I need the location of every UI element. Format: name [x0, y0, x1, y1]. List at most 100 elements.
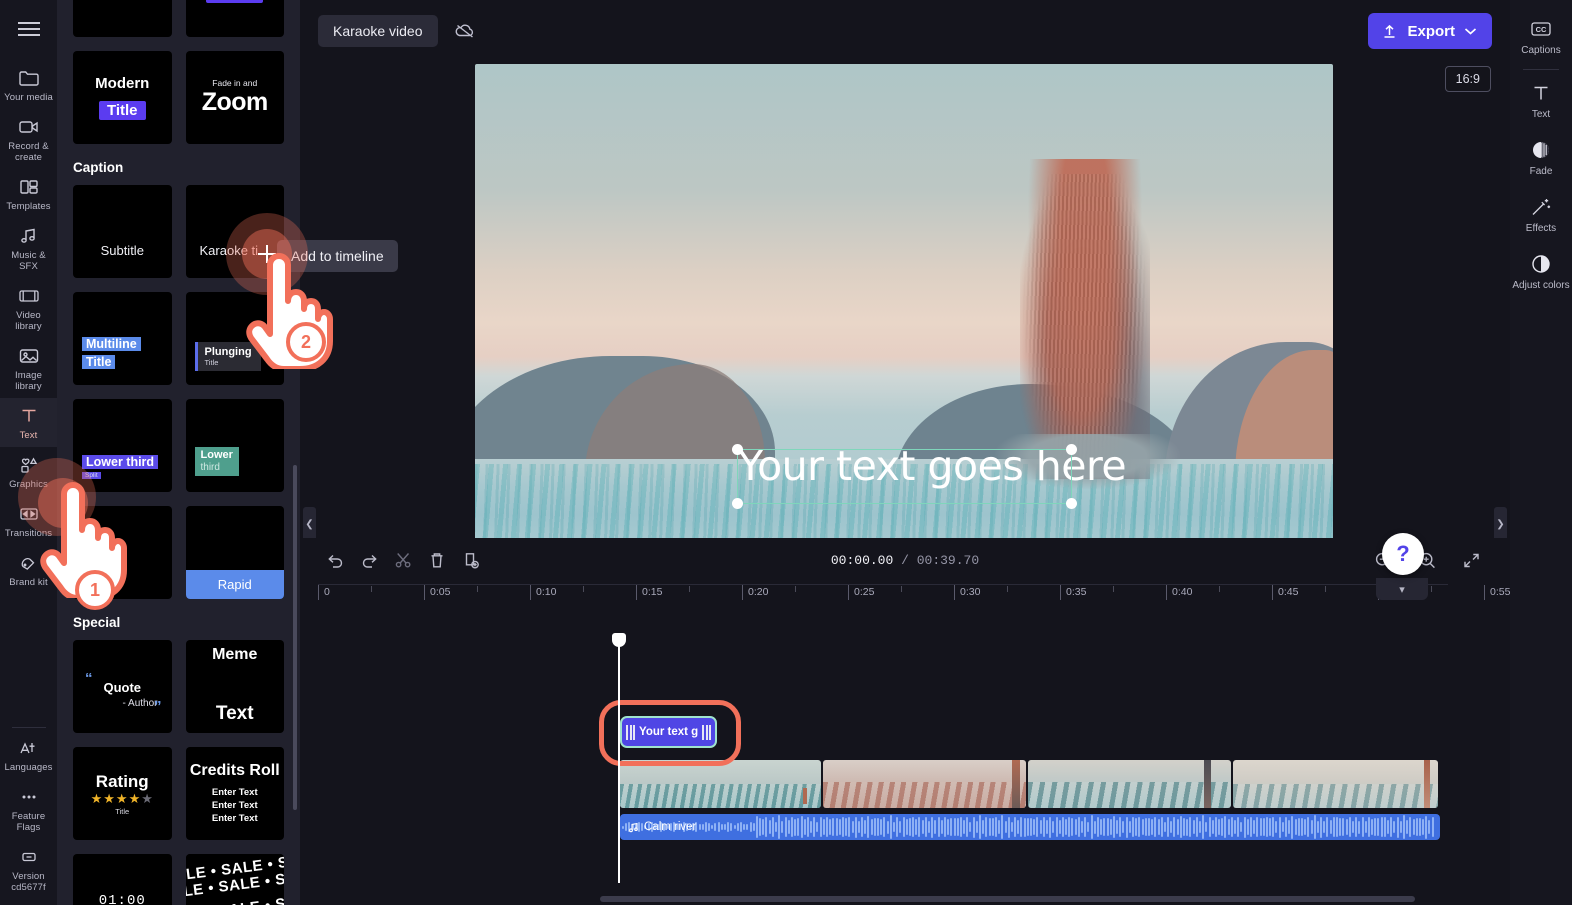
waveform-bar	[1007, 816, 1010, 838]
template-card-multiline-title[interactable]: Multiline Title	[73, 292, 172, 385]
template-card-title-chip[interactable]: Title	[185, 0, 284, 37]
template-card-fade-zoom[interactable]: Fade in and Zoom	[185, 51, 284, 144]
aspect-ratio-badge[interactable]: 16:9	[1444, 66, 1491, 92]
sidebar-item-brand-kit[interactable]: Brand kit	[0, 545, 57, 594]
clip-right-handle[interactable]	[702, 724, 711, 740]
template-card-lower-third-alt[interactable]: r third	[73, 506, 172, 599]
project-name-field[interactable]: Karaoke video	[318, 15, 438, 47]
waveform-bar	[841, 817, 844, 837]
cloud-offline-icon[interactable]	[448, 16, 482, 46]
sidebar-item-languages[interactable]: Languages	[0, 730, 57, 779]
template-label-line1: Modern	[95, 74, 150, 92]
template-label-line1: Multiline	[82, 337, 141, 351]
sidebar-item-music-sfx[interactable]: Music & SFX	[0, 218, 57, 278]
text-selection-box[interactable]	[732, 444, 1077, 509]
waveform-bar	[746, 823, 749, 831]
waveform-bar	[947, 818, 950, 836]
template-card-plunging-title[interactable]: Plunging Title	[185, 292, 284, 385]
sidebar-item-feature-flags[interactable]: Feature Flags	[0, 779, 57, 839]
help-collapse-tab[interactable]: ▾	[1376, 578, 1428, 600]
sidebar-item-label: Languages	[4, 762, 53, 773]
video-clip-2[interactable]	[823, 760, 1026, 808]
template-card-rating[interactable]: Rating ★★★★★ Title	[73, 747, 172, 840]
template-card-quote[interactable]: “ Quote - Author ”	[73, 640, 172, 733]
sidebar-item-graphics[interactable]: Graphics	[0, 447, 57, 496]
timeline-horizontal-scrollbar[interactable]	[600, 896, 1415, 902]
template-label-line4: Enter Text	[211, 813, 258, 824]
template-card-rapid[interactable]: Rapid	[185, 506, 284, 599]
resize-handle-br[interactable]	[1066, 498, 1077, 509]
sidebar-item-record-create[interactable]: Record & create	[0, 109, 57, 169]
resize-handle-tr[interactable]	[1066, 444, 1077, 455]
timeline-text-clip[interactable]: Your text g	[620, 716, 717, 748]
clip-left-handle[interactable]	[626, 724, 635, 740]
templates-scrollbar[interactable]	[293, 465, 297, 810]
templates-grid-special: “ Quote - Author ” Meme Text Rating ★★★★…	[73, 640, 284, 905]
collapse-left-panel-button[interactable]: ❮	[303, 507, 316, 541]
waveform-bar	[1326, 816, 1329, 838]
waveform-bar	[1371, 819, 1374, 835]
sidebar-item-text[interactable]: Text	[0, 398, 57, 447]
waveform-bar	[1374, 817, 1377, 837]
template-card-modern-title[interactable]: Modern Title	[73, 51, 172, 144]
template-card-karaoke-title[interactable]: Karaoke ti	[185, 185, 284, 278]
video-clip-1[interactable]	[620, 760, 821, 808]
template-card-countdown[interactable]: 01:00	[73, 854, 172, 905]
panel-item-captions[interactable]: CC Captions	[1510, 8, 1572, 65]
waveform-bar	[819, 816, 822, 838]
templates-scroll-area: Title Title Modern Title Fade in and Zoo…	[57, 0, 300, 905]
resize-handle-bl[interactable]	[732, 498, 743, 509]
template-preview: SALE • SALE • SALE • SA E • SALE • SALE …	[185, 854, 284, 905]
sidebar-item-transitions[interactable]: Transitions	[0, 496, 57, 545]
template-card-lower-third-green[interactable]: Lower third	[185, 399, 284, 492]
ruler-tick: 0:10	[530, 585, 556, 600]
redo-button[interactable]	[354, 546, 384, 574]
timeline-ruler[interactable]: 0 0:05 0:10 0:15 0:20 0:25 0:30 0:35 0:4…	[318, 584, 1510, 606]
export-button[interactable]: Export	[1368, 13, 1492, 49]
sidebar-item-templates[interactable]: Templates	[0, 169, 57, 218]
timeline-video-track[interactable]	[620, 760, 1438, 808]
video-clip-3[interactable]	[1028, 760, 1231, 808]
template-card-meme[interactable]: Meme Text	[185, 640, 284, 733]
panel-item-adjust-colors[interactable]: Adjust colors	[1510, 243, 1572, 300]
template-label: Rapid	[185, 570, 284, 599]
template-preview: Lower third Split	[82, 453, 159, 479]
template-card-sale-banner[interactable]: SALE • SALE • SALE • SA E • SALE • SALE …	[185, 854, 284, 905]
timeline-toolbar: 00:00.00 / 00:39.70	[300, 538, 1510, 582]
duplicate-button[interactable]	[456, 546, 486, 574]
template-card-subtitle[interactable]: Subtitle	[73, 185, 172, 278]
template-card-lower-third-split[interactable]: Lower third Split	[73, 399, 172, 492]
waveform-bar	[698, 824, 701, 830]
resize-handle-tl[interactable]	[732, 444, 743, 455]
collapse-right-panel-button[interactable]: ❯	[1494, 507, 1507, 541]
waveform-bar	[816, 821, 819, 833]
waveform-bar	[924, 816, 927, 838]
svg-text:CC: CC	[1536, 25, 1547, 34]
sidebar-item-label: Image library	[15, 370, 42, 392]
sidebar-item-video-library[interactable]: Video library	[0, 278, 57, 338]
panel-item-text[interactable]: Text	[1510, 72, 1572, 129]
hamburger-menu-icon[interactable]	[9, 10, 49, 48]
waveform-bar	[1087, 821, 1090, 833]
template-card-title-plain[interactable]: Title	[73, 0, 172, 37]
timeline-audio-clip[interactable]: Calm river	[620, 814, 1440, 840]
sidebar-item-version[interactable]: Version cd5677f	[0, 839, 57, 899]
timeline-playhead[interactable]	[612, 633, 626, 883]
video-clip-4[interactable]	[1233, 760, 1438, 808]
upload-icon	[1384, 24, 1395, 38]
waveform-bar	[880, 819, 883, 835]
undo-button[interactable]	[320, 546, 350, 574]
fit-to-screen-button[interactable]	[1456, 546, 1486, 574]
template-card-credits-roll[interactable]: Credits Roll Enter Text Enter Text Enter…	[185, 747, 284, 840]
sidebar-item-image-library[interactable]: Image library	[0, 338, 57, 398]
split-button[interactable]	[388, 546, 418, 574]
panel-item-effects[interactable]: Effects	[1510, 186, 1572, 243]
help-button[interactable]: ?	[1382, 533, 1424, 575]
sidebar-item-your-media[interactable]: Your media	[0, 60, 57, 109]
waveform-bar	[934, 820, 937, 834]
delete-button[interactable]	[422, 546, 452, 574]
panel-item-fade[interactable]: Fade	[1510, 129, 1572, 186]
video-preview[interactable]: Your text goes here	[475, 64, 1333, 552]
template-preview: Fade in and Zoom	[202, 78, 269, 117]
waveform-bar	[755, 816, 758, 838]
